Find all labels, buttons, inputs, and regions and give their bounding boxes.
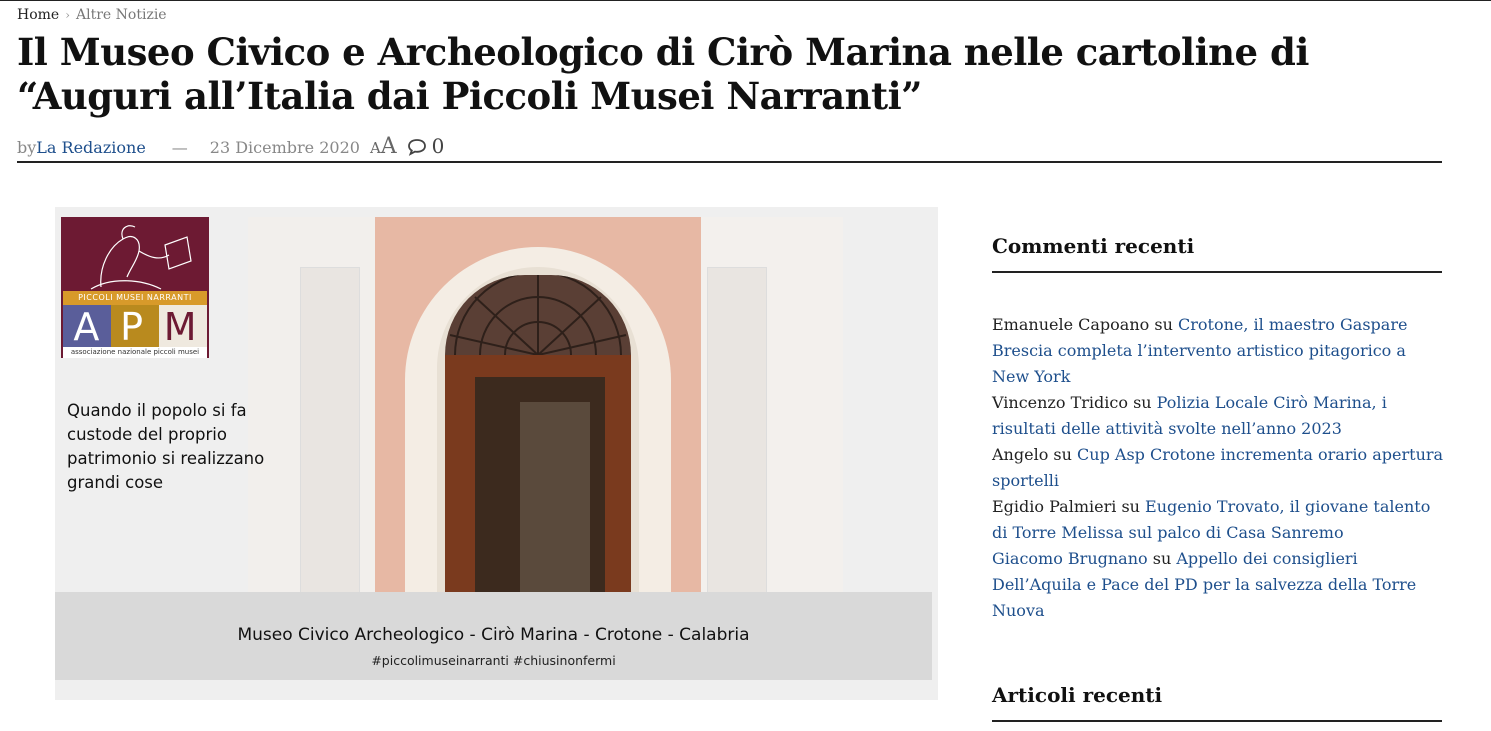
image-caption-band: Museo Civico Archeologico - Cirò Marina … [55,592,932,680]
museum-entrance-photo [375,217,701,613]
breadcrumb-home[interactable]: Home [17,7,59,23]
recent-comments-title: Commenti recenti [992,234,1195,258]
comment-author-link[interactable]: Giacomo Brugnano [992,549,1148,568]
logo-band: PICCOLI MUSEI NARRANTI [63,291,207,305]
image-quote: Quando il popolo si fa custode del propr… [67,401,265,492]
by-label: by [17,138,37,157]
article-title: Il Museo Civico e Archeologico di Cirò M… [17,30,1309,118]
recent-comments-list: Emanuele Capoano su Crotone, il maestro … [992,312,1444,624]
pillar-right [707,267,767,607]
logo-letters: A P M [73,305,197,349]
font-small-icon: A [369,139,381,157]
chevron-right-icon: › [65,8,71,22]
comments-link[interactable]: 0 [407,134,445,158]
author-link[interactable]: La Redazione [36,138,146,157]
logo-subtitle: associazione nazionale piccoli musei [63,347,207,358]
comment-author: Egidio Palmieri [992,497,1117,516]
list-item: Angelo su Cup Asp Crotone incrementa ora… [992,445,1444,490]
image-hashtags: #piccolimuseinarranti #chiusinonfermi [371,653,616,668]
publish-date: 23 Dicembre 2020 [209,138,360,157]
list-item: Egidio Palmieri su Eugenio Trovato, il g… [992,497,1431,542]
breadcrumb-current[interactable]: Altre Notizie [76,7,167,23]
featured-image[interactable]: PICCOLI MUSEI NARRANTI A P M associazion… [55,207,938,700]
comment-author: Angelo [992,445,1049,464]
article-meta: by La Redazione — 23 Dicembre 2020 A A 0 [17,134,444,159]
recent-articles-title: Articoli recenti [992,683,1163,707]
font-size-toggle[interactable]: A A [370,134,397,159]
list-item: Emanuele Capoano su Crotone, il maestro … [992,315,1408,386]
meta-dash: — [171,138,188,157]
comment-author: Emanuele Capoano [992,315,1150,334]
reading-figure-icon [90,225,192,290]
list-item: Giacomo Brugnano su Appello dei consigli… [992,549,1417,620]
breadcrumb: Home › Altre Notizie [17,7,167,23]
image-caption: Museo Civico Archeologico - Cirò Marina … [237,625,750,645]
list-item: Vincenzo Tridico su Polizia Locale Cirò … [992,393,1387,438]
comment-author: Vincenzo Tridico [992,393,1128,412]
recent-articles-divider [992,720,1442,722]
apm-logo: PICCOLI MUSEI NARRANTI A P M associazion… [61,217,209,358]
meta-divider [17,161,1442,163]
comment-count: 0 [431,134,445,158]
recent-comments-divider [992,271,1442,273]
font-big-icon: A [380,134,397,159]
comment-bubble-icon [407,139,426,156]
staircase [520,402,590,602]
pillar-left [300,267,360,607]
top-border [0,0,1491,1]
